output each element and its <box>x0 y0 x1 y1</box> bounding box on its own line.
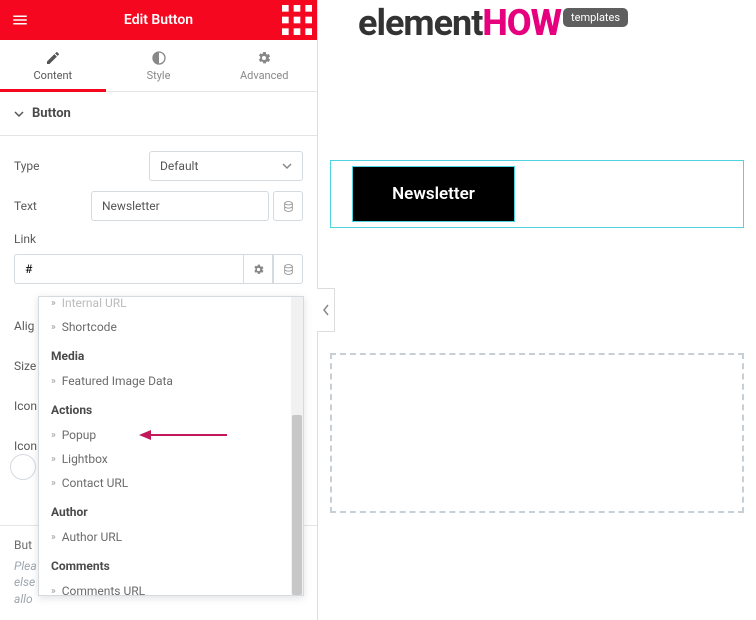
dynamic-link-button[interactable] <box>273 254 303 284</box>
contrast-icon <box>151 50 167 66</box>
tab-content-label: Content <box>34 69 73 82</box>
dd-category-media: Media <box>39 339 291 369</box>
dd-category-comments: Comments <box>39 549 291 579</box>
dropdown-scrollbar[interactable] <box>291 297 303 595</box>
hamburger-icon <box>11 11 29 29</box>
grid-icon <box>277 0 317 40</box>
text-input[interactable] <box>91 191 269 221</box>
type-label: Type <box>14 159 149 173</box>
pencil-icon <box>45 50 61 66</box>
menu-button[interactable] <box>0 0 40 40</box>
section-title: Button <box>32 106 71 121</box>
dd-item-featured-image-data[interactable]: Featured Image Data <box>39 369 291 393</box>
editor-panel: Edit Button Content Style Advanced Butto… <box>0 0 318 620</box>
link-input[interactable] <box>14 254 243 284</box>
link-options-button[interactable] <box>243 254 273 284</box>
dd-category-author: Author <box>39 495 291 525</box>
text-label: Text <box>14 199 91 213</box>
caret-down-icon <box>14 109 24 119</box>
tab-content[interactable]: Content <box>0 40 106 91</box>
section-toggle-button[interactable]: Button <box>0 92 317 136</box>
panel-title: Edit Button <box>40 12 277 28</box>
empty-section-placeholder[interactable] <box>330 353 744 513</box>
gear-icon <box>252 263 265 276</box>
tab-advanced-label: Advanced <box>240 69 288 82</box>
dd-category-actions: Actions <box>39 393 291 423</box>
dd-item-popup[interactable]: Popup <box>39 423 291 447</box>
icon-label-1: Icon <box>14 386 37 426</box>
dd-item-comments-url[interactable]: Comments URL <box>39 579 291 595</box>
database-icon <box>282 200 295 213</box>
tab-style-label: Style <box>147 69 171 82</box>
align-label: Alig <box>14 306 37 346</box>
panel-topbar: Edit Button <box>0 0 317 40</box>
logo-part-2: HOW <box>482 2 561 44</box>
logo-part-1: element <box>358 2 482 44</box>
tab-advanced[interactable]: Advanced <box>211 40 317 91</box>
link-label: Link <box>14 232 303 246</box>
scrollbar-thumb[interactable] <box>292 415 302 595</box>
newsletter-button[interactable]: Newsletter <box>352 166 515 222</box>
size-label: Size <box>14 346 37 386</box>
chevron-down-icon <box>282 161 292 171</box>
widgets-grid-button[interactable] <box>277 0 317 40</box>
dd-item-contact-url[interactable]: Contact URL <box>39 471 291 495</box>
type-value: Default <box>160 159 198 173</box>
obscured-labels: Alig Size Icon Icon <box>14 306 37 466</box>
link-row: Link <box>0 226 317 284</box>
dd-item-lightbox[interactable]: Lightbox <box>39 447 291 471</box>
database-icon <box>282 263 295 276</box>
type-select[interactable]: Default <box>149 151 303 181</box>
dropdown-list[interactable]: Internal URL Shortcode Media Featured Im… <box>39 297 291 595</box>
type-row: Type Default <box>14 146 303 186</box>
logo-badge: templates <box>563 8 628 27</box>
dd-item-truncated[interactable]: Internal URL <box>39 297 291 315</box>
dynamic-tags-dropdown: Internal URL Shortcode Media Featured Im… <box>38 296 304 596</box>
gear-icon <box>256 50 272 66</box>
chevron-left-icon <box>322 304 330 316</box>
controls-area: Type Default Text <box>0 136 317 226</box>
dd-item-shortcode[interactable]: Shortcode <box>39 315 291 339</box>
collapse-panel-button[interactable] <box>317 288 335 332</box>
tab-style[interactable]: Style <box>106 40 212 91</box>
slider-handle[interactable] <box>10 454 36 480</box>
preview-canvas: element HOW templates Newsletter <box>318 0 756 620</box>
text-row: Text <box>14 186 303 226</box>
site-logo: element HOW templates <box>358 2 628 44</box>
panel-tabs: Content Style Advanced <box>0 40 317 92</box>
dynamic-text-button[interactable] <box>273 191 303 221</box>
dd-item-author-url[interactable]: Author URL <box>39 525 291 549</box>
